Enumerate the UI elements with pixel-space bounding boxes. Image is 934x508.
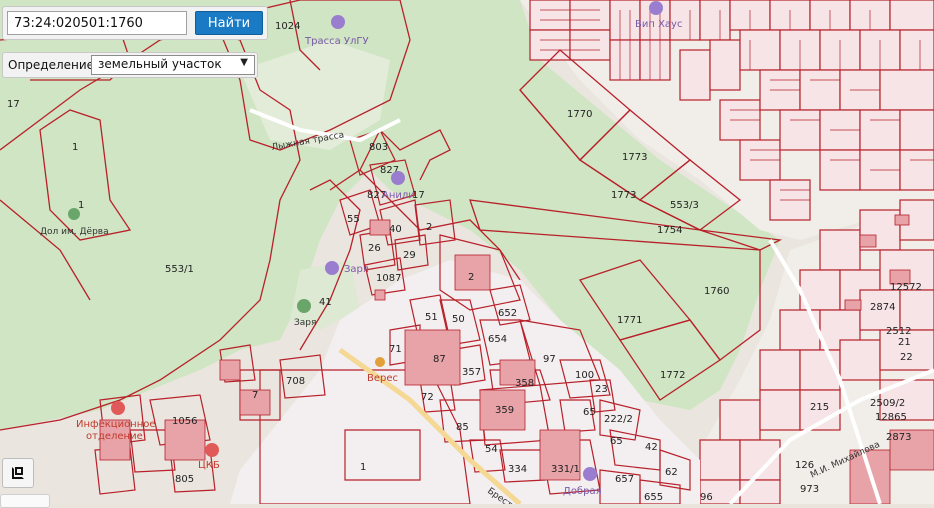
svg-text:973: 973 (800, 484, 819, 495)
svg-text:652: 652 (498, 308, 517, 319)
svg-text:2874: 2874 (870, 302, 895, 313)
svg-text:21: 21 (898, 337, 911, 348)
definition-label: Определение: (8, 58, 99, 72)
svg-text:553/1: 553/1 (165, 264, 194, 275)
svg-text:87: 87 (433, 354, 446, 365)
svg-text:Дол им. Дёрва: Дол им. Дёрва (40, 227, 109, 237)
svg-text:334: 334 (508, 464, 527, 475)
svg-text:Заря: Заря (294, 318, 316, 328)
map-control-stub[interactable] (0, 494, 50, 508)
svg-text:97: 97 (543, 354, 556, 365)
svg-text:1760: 1760 (704, 286, 729, 297)
svg-text:29: 29 (403, 250, 416, 261)
svg-text:654: 654 (488, 334, 507, 345)
svg-text:41: 41 (319, 297, 332, 308)
definition-panel: Определение: земельный участок ▼ (2, 52, 258, 78)
fullscreen-icon (12, 467, 24, 479)
svg-text:708: 708 (286, 376, 305, 387)
svg-text:1773: 1773 (611, 190, 636, 201)
svg-text:85: 85 (456, 422, 469, 433)
svg-text:126: 126 (795, 460, 814, 471)
svg-text:2: 2 (426, 222, 432, 233)
svg-text:12572: 12572 (890, 282, 922, 293)
svg-text:657: 657 (615, 474, 634, 485)
svg-text:23: 23 (595, 384, 608, 395)
svg-text:22: 22 (900, 352, 913, 363)
svg-text:803: 803 (369, 142, 388, 153)
fullscreen-button[interactable] (2, 458, 34, 488)
svg-text:26: 26 (368, 243, 381, 254)
svg-text:Верес: Верес (367, 373, 398, 384)
svg-text:1771: 1771 (617, 315, 642, 326)
svg-text:65: 65 (610, 436, 623, 447)
search-input[interactable] (7, 11, 187, 35)
svg-text:1773: 1773 (622, 152, 647, 163)
svg-text:ЦКБ: ЦКБ (198, 460, 220, 471)
svg-text:Заря: Заря (344, 264, 369, 275)
svg-text:553/3: 553/3 (670, 200, 699, 211)
svg-text:Вип Хаус: Вип Хаус (635, 19, 682, 30)
svg-text:1: 1 (360, 462, 366, 473)
svg-text:1: 1 (78, 200, 84, 211)
svg-text:96: 96 (700, 492, 713, 503)
svg-text:358: 358 (515, 378, 534, 389)
svg-text:2509/2: 2509/2 (870, 398, 905, 409)
svg-text:отделение: отделение (86, 431, 143, 442)
svg-text:1087: 1087 (376, 273, 401, 284)
svg-text:50: 50 (452, 314, 465, 325)
svg-text:1772: 1772 (660, 370, 685, 381)
svg-text:42: 42 (645, 442, 658, 453)
chevron-down-icon: ▼ (240, 57, 248, 68)
svg-text:359: 359 (495, 405, 514, 416)
svg-text:7: 7 (252, 390, 258, 401)
svg-text:2873: 2873 (886, 432, 911, 443)
svg-text:1024: 1024 (275, 21, 300, 32)
svg-text:1: 1 (72, 142, 78, 153)
svg-text:357: 357 (462, 367, 481, 378)
definition-select[interactable]: земельный участок ▼ (91, 55, 255, 75)
svg-text:Трасса УлГУ: Трасса УлГУ (304, 36, 369, 47)
search-button[interactable]: Найти (195, 11, 263, 35)
svg-text:65: 65 (583, 407, 596, 418)
svg-text:222/2: 222/2 (604, 414, 633, 425)
svg-text:12865: 12865 (875, 412, 907, 423)
svg-text:1770: 1770 (567, 109, 592, 120)
svg-text:100: 100 (575, 370, 594, 381)
svg-text:17: 17 (7, 99, 20, 110)
svg-text:805: 805 (175, 474, 194, 485)
definition-selected-value: земельный участок (98, 57, 222, 71)
svg-text:Добрая: Добрая (563, 486, 602, 497)
svg-text:2: 2 (468, 272, 474, 283)
svg-text:40: 40 (389, 224, 402, 235)
search-panel: Найти (2, 6, 268, 40)
svg-text:54: 54 (485, 444, 498, 455)
svg-text:215: 215 (810, 402, 829, 413)
svg-text:1754: 1754 (657, 225, 682, 236)
svg-text:Инфекционное: Инфекционное (76, 419, 156, 430)
svg-text:2512: 2512 (886, 326, 911, 337)
svg-text:72: 72 (421, 392, 434, 403)
svg-text:1056: 1056 (172, 416, 197, 427)
svg-text:71: 71 (389, 344, 402, 355)
svg-text:Анили: Анили (382, 190, 415, 201)
svg-text:55: 55 (347, 214, 360, 225)
svg-text:655: 655 (644, 492, 663, 503)
svg-text:331/1: 331/1 (551, 464, 580, 475)
svg-text:62: 62 (665, 467, 678, 478)
svg-text:51: 51 (425, 312, 438, 323)
